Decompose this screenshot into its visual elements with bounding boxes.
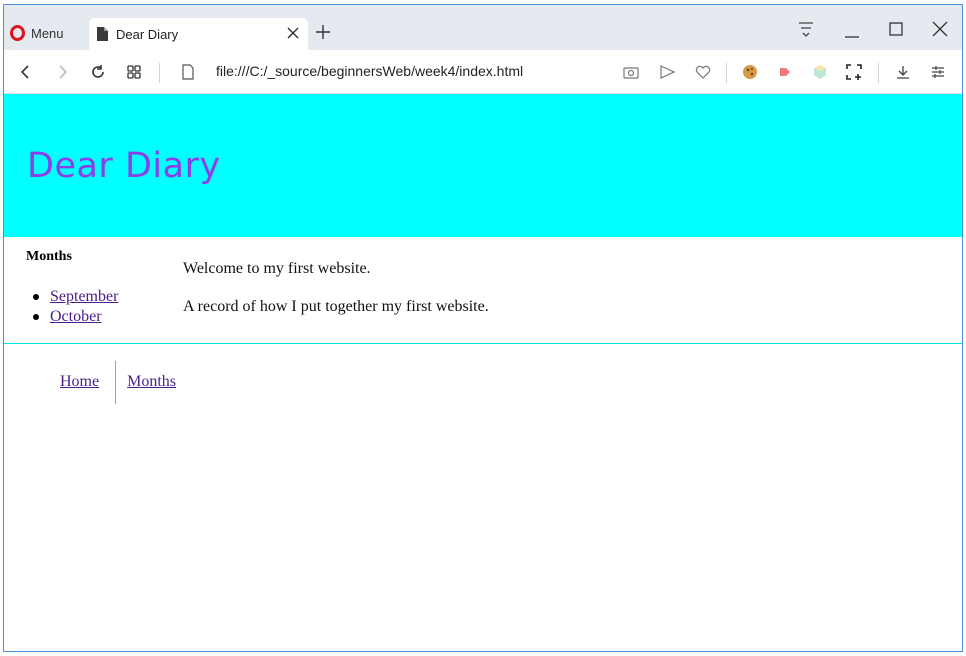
back-icon[interactable] <box>16 62 36 82</box>
snapshot-icon[interactable] <box>621 62 641 82</box>
opera-logo-icon <box>10 25 25 41</box>
web-page: Dear Diary Months September October Welc… <box>4 94 962 651</box>
main-content: Welcome to my first website. A record of… <box>183 260 489 336</box>
close-tab-icon[interactable] <box>284 24 302 42</box>
reload-icon[interactable] <box>88 62 108 82</box>
link-home[interactable]: Home <box>60 373 99 391</box>
tab-menu-icon[interactable] <box>794 17 818 41</box>
extension-arrow-icon[interactable] <box>775 62 795 82</box>
sidebar: Months September October <box>26 249 176 327</box>
footer-nav: Home Months <box>60 361 192 404</box>
new-tab-icon[interactable] <box>314 23 332 41</box>
cookie-icon[interactable] <box>740 62 760 82</box>
link-october[interactable]: October <box>50 307 102 327</box>
browser-window: Menu Dear Diary file:///C:/_source/begin… <box>3 4 963 652</box>
speed-dial-icon[interactable] <box>124 62 144 82</box>
download-icon[interactable] <box>893 62 913 82</box>
url-field[interactable]: file:///C:/_source/beginnersWeb/week4/in… <box>216 63 523 79</box>
section-divider <box>4 343 962 344</box>
screenshot-crop-icon[interactable] <box>844 62 864 82</box>
tab-bar: Menu Dear Diary <box>4 5 962 50</box>
forward-icon[interactable] <box>52 62 72 82</box>
minimize-icon[interactable] <box>840 17 864 41</box>
description-paragraph: A record of how I put together my first … <box>183 298 489 315</box>
document-icon <box>97 27 108 41</box>
toolbar-separator <box>726 63 727 83</box>
toolbar-separator <box>878 63 879 83</box>
address-bar: file:///C:/_source/beginnersWeb/week4/in… <box>4 50 962 94</box>
opera-menu-button[interactable]: Menu <box>10 21 64 45</box>
list-item: September <box>26 287 176 307</box>
page-title: Dear Diary <box>27 146 221 186</box>
tab-dear-diary[interactable]: Dear Diary <box>89 18 308 50</box>
extension-cube-icon[interactable] <box>810 62 830 82</box>
toolbar-separator <box>159 63 160 83</box>
send-icon[interactable] <box>657 62 677 82</box>
close-window-icon[interactable] <box>928 17 952 41</box>
easy-setup-icon[interactable] <box>928 62 948 82</box>
footer-nav-item: Home <box>60 361 115 404</box>
maximize-icon[interactable] <box>884 17 908 41</box>
tab-title: Dear Diary <box>116 26 179 42</box>
list-item: October <box>26 307 176 327</box>
page-header: Dear Diary <box>4 94 962 237</box>
menu-label: Menu <box>31 25 64 41</box>
months-list: September October <box>26 287 176 327</box>
link-months[interactable]: Months <box>127 373 176 391</box>
link-september[interactable]: September <box>50 287 118 307</box>
footer-nav-item: Months <box>115 361 192 404</box>
page-info-icon[interactable] <box>178 62 198 82</box>
sidebar-heading: Months <box>26 249 72 264</box>
welcome-paragraph: Welcome to my first website. <box>183 260 371 277</box>
heart-icon[interactable] <box>693 62 713 82</box>
